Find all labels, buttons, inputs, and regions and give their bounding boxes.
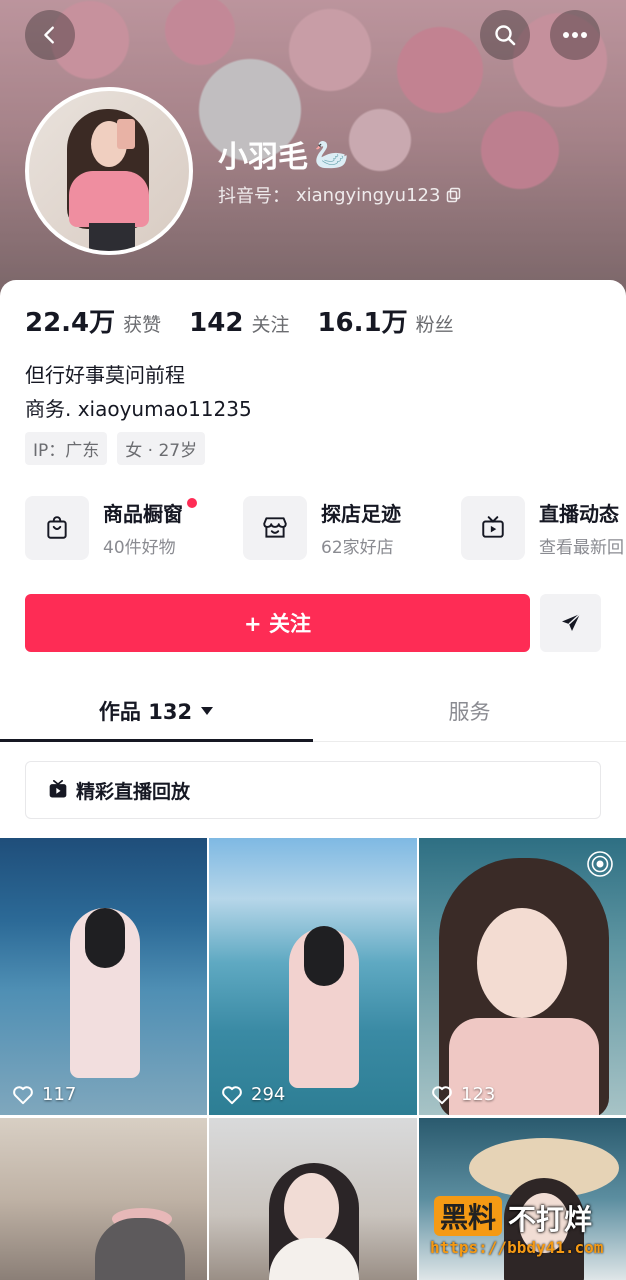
- video-thumbnail[interactable]: 117: [0, 838, 207, 1115]
- content-tabs: 作品 132 服务: [0, 680, 626, 742]
- feature-showcase[interactable]: 商品橱窗 40件好物: [25, 496, 215, 560]
- tab-works[interactable]: 作品 132: [0, 680, 313, 742]
- tab-service[interactable]: 服务: [313, 680, 626, 741]
- stat-following[interactable]: 142 关注: [189, 308, 289, 338]
- feature-live-updates-title: 直播动态: [539, 502, 619, 526]
- back-button[interactable]: [25, 10, 75, 60]
- follow-button[interactable]: + 关注: [25, 594, 530, 652]
- profile-sheet: 22.4万 获赞 142 关注 16.1万 粉丝 但行好事莫问前程 商务. xi…: [0, 280, 626, 1280]
- douyin-id-value: xiangyingyu123: [296, 184, 441, 206]
- profile-name-text: 小羽毛: [218, 140, 308, 175]
- feature-entries: 商品橱窗 40件好物 探店足迹 62家好店 直播动态 查看最新回: [25, 496, 626, 560]
- search-icon: [495, 25, 516, 46]
- more-button[interactable]: [550, 10, 600, 60]
- feature-live-updates-sub: 查看最新回: [539, 538, 624, 558]
- heart-icon: [13, 1085, 33, 1104]
- shopping-bag-icon: [25, 496, 89, 560]
- feature-showcase-sub: 40件好物: [103, 538, 176, 558]
- stat-followers[interactable]: 16.1万 粉丝: [317, 302, 453, 339]
- stat-likes-label: 获赞: [123, 314, 162, 336]
- feature-live-updates[interactable]: 直播动态 查看最新回: [461, 496, 626, 560]
- watermark-badge: 黑料: [434, 1196, 503, 1236]
- bio-line-1: 但行好事莫问前程: [25, 363, 185, 387]
- avatar[interactable]: [25, 87, 193, 255]
- video-thumbnail[interactable]: 294: [209, 838, 417, 1115]
- watermark-url: https://bbdy41.com: [430, 1238, 604, 1257]
- search-button[interactable]: [480, 10, 530, 60]
- heart-icon: [432, 1085, 452, 1104]
- stat-followers-label: 粉丝: [415, 314, 454, 336]
- profile-name: 小羽毛 🦢: [218, 132, 349, 176]
- douyin-id-label: 抖音号：: [218, 186, 290, 207]
- feature-store-visits-sub: 62家好店: [321, 538, 394, 558]
- send-message-button[interactable]: [540, 594, 601, 652]
- ip-location-tag: IP：广东: [25, 432, 108, 465]
- feature-store-visits-title: 探店足迹: [321, 502, 401, 526]
- tab-works-label: 作品 132: [98, 699, 193, 724]
- stat-likes[interactable]: 22.4万 获赞: [25, 302, 161, 339]
- video-thumbnail[interactable]: [209, 1118, 417, 1280]
- chevron-left-icon: [44, 26, 54, 44]
- like-count: 294: [221, 1084, 285, 1105]
- live-ring-icon: [587, 851, 613, 877]
- bio: 但行好事莫问前程 商务. xiaoyumao11235: [25, 358, 252, 426]
- stat-likes-value: 22.4万: [25, 308, 116, 338]
- copy-icon[interactable]: [446, 187, 462, 203]
- feature-showcase-title: 商品橱窗: [103, 498, 197, 527]
- tv-icon: [461, 496, 525, 560]
- stats-row: 22.4万 获赞 142 关注 16.1万 粉丝: [25, 302, 454, 339]
- feature-store-visits[interactable]: 探店足迹 62家好店: [243, 496, 433, 560]
- bio-line-2: 商务. xiaoyumao11235: [25, 397, 252, 421]
- paper-plane-icon: [561, 613, 581, 631]
- stat-followers-value: 16.1万: [317, 308, 408, 338]
- watermark: 黑料 不打烊 https://bbdy41.com: [430, 1196, 626, 1266]
- watermark-text: 不打烊: [508, 1203, 593, 1236]
- gender-age-tag: 女 · 27岁: [117, 432, 206, 465]
- stat-following-label: 关注: [251, 314, 290, 336]
- notification-dot: [187, 498, 197, 508]
- store-icon: [243, 496, 307, 560]
- more-dots-icon: [563, 32, 587, 38]
- like-count: 123: [431, 1084, 495, 1105]
- profile-tags: IP：广东 女 · 27岁: [25, 432, 206, 465]
- tv-icon: [49, 780, 67, 798]
- video-thumbnail[interactable]: 123: [419, 838, 626, 1115]
- live-replay-entry[interactable]: 精彩直播回放: [25, 761, 601, 819]
- caret-down-icon[interactable]: [200, 706, 214, 716]
- like-count: 117: [12, 1084, 76, 1105]
- heart-icon: [222, 1085, 242, 1104]
- follow-button-label: + 关注: [244, 612, 311, 636]
- video-thumbnail[interactable]: [0, 1118, 207, 1280]
- live-replay-label: 精彩直播回放: [76, 780, 191, 803]
- douyin-id[interactable]: 抖音号： xiangyingyu123: [218, 182, 462, 208]
- swan-emoji: 🦢: [314, 137, 349, 171]
- stat-following-value: 142: [189, 308, 244, 338]
- tab-service-label: 服务: [448, 699, 491, 724]
